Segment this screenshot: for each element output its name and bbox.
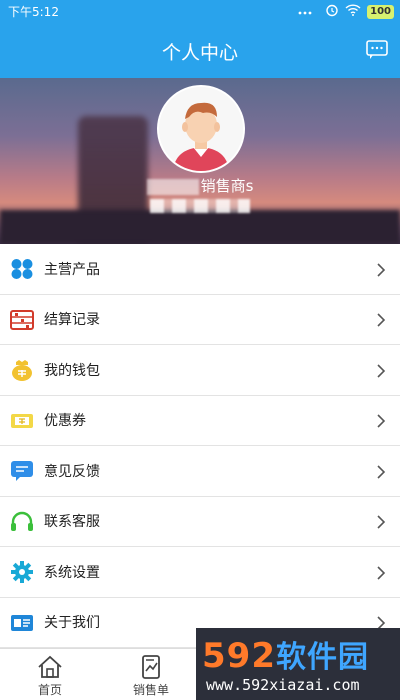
sales-order-icon [138, 655, 164, 679]
tab-label: 首页 [37, 683, 62, 697]
abacus-icon [10, 309, 34, 331]
profile-banner: 销售商s [0, 78, 400, 244]
menu-item-customer-service[interactable]: 联系客服 [0, 497, 400, 547]
tab-home[interactable]: 首页 [5, 649, 95, 700]
menu-item-label: 关于我们 [44, 615, 100, 632]
chevron-right-icon [376, 262, 386, 277]
menu-item-label: 结算记录 [44, 312, 100, 329]
feedback-icon [10, 460, 34, 482]
battery-icon: 100 [367, 4, 394, 19]
chevron-right-icon [376, 312, 386, 327]
banner-ground [0, 210, 400, 244]
menu-item-label: 意见反馈 [44, 463, 100, 480]
status-bar: 下午5:12 100 [0, 0, 400, 22]
page-title: 个人中心 [161, 42, 238, 64]
headset-icon [10, 511, 34, 533]
username-suffix: 销售商s [200, 177, 254, 195]
watermark-brand: 592 [202, 636, 276, 676]
phone-number-redacted [150, 199, 250, 213]
menu-item-feedback[interactable]: 意见反馈 [0, 446, 400, 497]
chevron-right-icon [376, 413, 386, 428]
menu-list: 主营产品 结算记录 我的钱包 优惠券 意见反馈 联系客服 系统设置 关于我们 [0, 244, 400, 648]
watermark-brand-cn: 软件园 [275, 640, 369, 675]
menu-item-main-products[interactable]: 主营产品 [0, 244, 400, 295]
menu-item-label: 系统设置 [44, 564, 100, 581]
title-bar: 个人中心 [0, 22, 400, 78]
chevron-right-icon [376, 464, 386, 479]
username: 销售商s [0, 175, 400, 196]
wallet-icon [10, 359, 34, 381]
alarm-icon [325, 3, 339, 20]
menu-item-settlement-records[interactable]: 结算记录 [0, 295, 400, 345]
menu-item-label: 联系客服 [44, 514, 100, 531]
menu-item-label: 我的钱包 [44, 362, 100, 379]
product-icon [10, 258, 34, 280]
chevron-right-icon [376, 363, 386, 378]
menu-item-my-wallet[interactable]: 我的钱包 [0, 345, 400, 396]
home-icon [37, 655, 63, 679]
tab-label: 销售单 [132, 683, 169, 697]
message-icon[interactable] [366, 40, 388, 60]
watermark: 592软件园 www.592xiazai.com [196, 628, 400, 700]
watermark-logo: 592软件园 [202, 632, 369, 676]
chevron-right-icon [376, 565, 386, 580]
menu-item-label: 优惠券 [44, 413, 86, 430]
chevron-right-icon [376, 514, 386, 529]
menu-item-coupons[interactable]: 优惠券 [0, 396, 400, 446]
menu-item-label: 主营产品 [44, 261, 100, 278]
avatar[interactable] [157, 85, 245, 173]
wifi-icon [345, 4, 361, 19]
watermark-url: www.592xiazai.com [206, 676, 360, 694]
status-time: 下午5:12 [8, 5, 59, 19]
tab-sales-order[interactable]: 销售单 [106, 649, 196, 700]
signal-icon [297, 4, 319, 19]
status-icons: 100 [297, 3, 394, 20]
username-redacted [146, 178, 199, 195]
coupon-icon [10, 410, 34, 432]
about-icon [10, 612, 34, 634]
menu-item-system-settings[interactable]: 系统设置 [0, 547, 400, 598]
gear-icon [10, 561, 34, 583]
